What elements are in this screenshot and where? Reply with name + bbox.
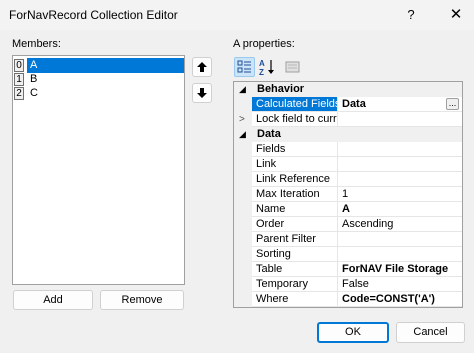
- remove-button[interactable]: Remove: [100, 290, 184, 310]
- categorized-view-button[interactable]: [234, 57, 255, 77]
- property-row-fields[interactable]: Fields: [252, 142, 462, 157]
- close-button[interactable]: ✕: [448, 5, 464, 23]
- property-value[interactable]: [338, 247, 462, 262]
- member-item-a[interactable]: 0 A: [13, 58, 184, 73]
- property-value[interactable]: Data: [338, 97, 462, 112]
- property-row-where[interactable]: Where Code=CONST('A'): [252, 292, 462, 307]
- property-value[interactable]: ForNAV File Storage: [338, 262, 462, 277]
- property-value[interactable]: [338, 232, 462, 247]
- property-name: Parent Filter: [252, 232, 338, 247]
- property-name: Name: [252, 202, 338, 217]
- add-button[interactable]: Add: [13, 290, 93, 310]
- property-name: Link: [252, 157, 338, 172]
- member-item-c[interactable]: 2 C: [13, 86, 184, 101]
- ellipsis-button[interactable]: ...: [446, 98, 459, 110]
- members-list[interactable]: 0 A 1 B 2 C: [12, 55, 185, 285]
- window-title: ForNavRecord Collection Editor: [9, 8, 178, 22]
- property-row-name[interactable]: Name A: [252, 202, 462, 217]
- ok-button[interactable]: OK: [317, 322, 389, 343]
- property-row-link[interactable]: Link: [252, 157, 462, 172]
- property-value[interactable]: False: [338, 277, 462, 292]
- cancel-button[interactable]: Cancel: [396, 322, 465, 343]
- svg-text:Z: Z: [259, 68, 264, 77]
- property-row-temporary[interactable]: Temporary False: [252, 277, 462, 292]
- move-down-button[interactable]: [192, 83, 212, 103]
- collapse-icon[interactable]: ◢: [239, 82, 249, 97]
- property-value[interactable]: Ascending: [338, 217, 462, 232]
- property-row-max-iteration[interactable]: Max Iteration 1: [252, 187, 462, 202]
- member-index: 2: [14, 87, 24, 100]
- property-row-parent-filter[interactable]: Parent Filter: [252, 232, 462, 247]
- title-bar: ForNavRecord Collection Editor ? ✕: [0, 0, 474, 30]
- category-data[interactable]: ◢ Data: [234, 127, 462, 142]
- property-name: Sorting: [252, 247, 338, 262]
- property-row-order[interactable]: Order Ascending: [252, 217, 462, 232]
- property-name: Calculated Fields: [252, 97, 338, 112]
- property-grid[interactable]: ◢ Behavior Calculated Fields Data ... > …: [233, 81, 463, 308]
- category-label: Data: [257, 128, 281, 140]
- property-value[interactable]: [338, 142, 462, 157]
- property-name: Link Reference: [252, 172, 338, 187]
- help-button[interactable]: ?: [404, 7, 418, 22]
- property-row-sorting[interactable]: Sorting: [252, 247, 462, 262]
- property-value[interactable]: [338, 157, 462, 172]
- property-name: Max Iteration: [252, 187, 338, 202]
- expand-chevron-icon[interactable]: >: [239, 112, 249, 127]
- alphabetical-view-button[interactable]: A Z: [257, 57, 278, 77]
- property-value[interactable]: [338, 172, 462, 187]
- svg-text:A: A: [259, 59, 265, 68]
- members-label: Members:: [12, 38, 61, 50]
- property-row-link-reference[interactable]: Link Reference: [252, 172, 462, 187]
- properties-label: A properties:: [233, 38, 295, 50]
- member-name: C: [30, 87, 38, 99]
- arrow-down-icon: [197, 88, 207, 98]
- member-item-b[interactable]: 1 B: [13, 72, 184, 87]
- categorized-icon: [237, 60, 251, 73]
- property-row-lock-field[interactable]: Lock field to curren: [252, 112, 462, 127]
- category-label: Behavior: [257, 83, 305, 95]
- collapse-icon[interactable]: ◢: [239, 127, 249, 142]
- member-index: 0: [14, 59, 24, 72]
- property-pages-icon: [285, 61, 300, 73]
- member-name: B: [30, 73, 38, 85]
- property-value[interactable]: A: [338, 202, 462, 217]
- property-value[interactable]: Code=CONST('A'): [338, 292, 462, 307]
- property-name: Order: [252, 217, 338, 232]
- category-behavior[interactable]: ◢ Behavior: [234, 82, 462, 97]
- property-row-table[interactable]: Table ForNAV File Storage: [252, 262, 462, 277]
- property-name: Fields: [252, 142, 338, 157]
- sort-az-icon: A Z: [259, 59, 274, 77]
- member-index: 1: [14, 73, 24, 86]
- property-name: Table: [252, 262, 338, 277]
- property-row-calculated-fields[interactable]: Calculated Fields Data ...: [252, 97, 462, 112]
- property-name: Where: [252, 292, 338, 307]
- property-name: Lock field to curren: [252, 112, 338, 127]
- member-name: A: [27, 58, 184, 73]
- property-value[interactable]: [338, 112, 462, 127]
- property-name: Temporary: [252, 277, 338, 292]
- move-up-button[interactable]: [192, 57, 212, 77]
- arrow-up-icon: [197, 62, 207, 72]
- property-value[interactable]: 1: [338, 187, 462, 202]
- property-pages-button[interactable]: [282, 57, 303, 77]
